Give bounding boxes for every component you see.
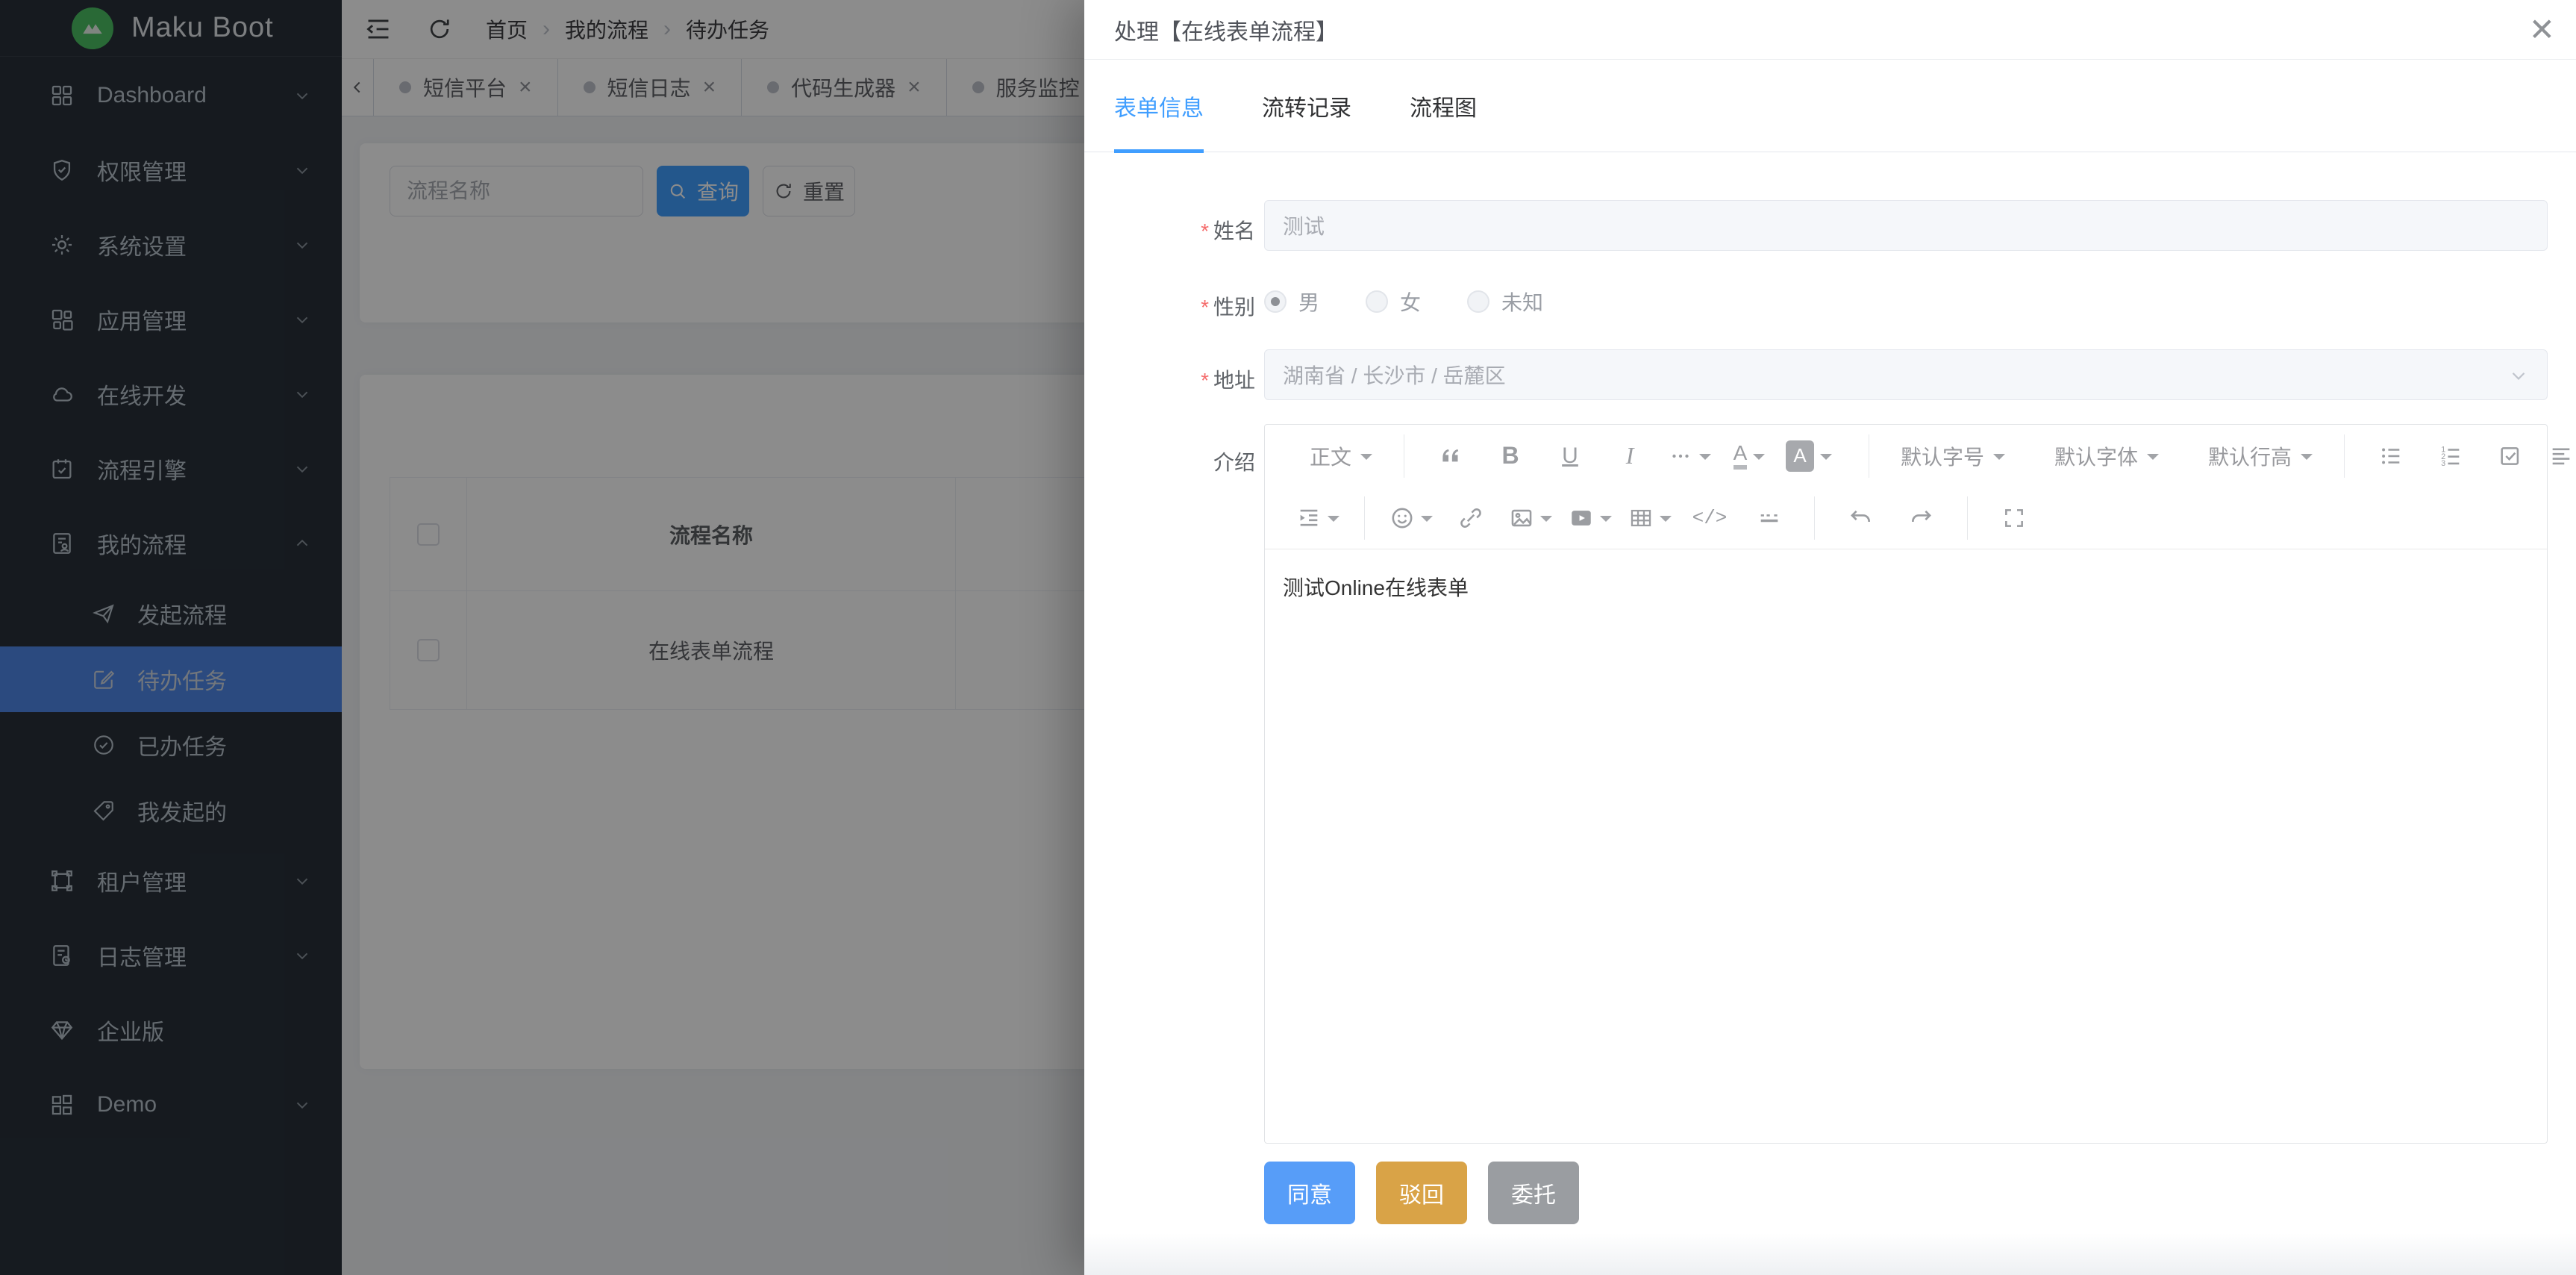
svg-text:3: 3 [2441,459,2445,468]
font-family-dropdown[interactable]: 默认字体 [2039,434,2174,478]
reject-button[interactable]: 驳回 [1376,1162,1467,1224]
caret-down-icon [1540,516,1552,528]
agree-button[interactable]: 同意 [1264,1162,1355,1224]
editor-toolbar: 正文 B U I A A 默认字号 默认字体 默认行高 123 [1265,425,2547,549]
drawer-tabs: 表单信息 流转记录 流程图 [1084,60,2576,152]
toolbar-divider [2344,434,2345,478]
caret-down-icon [1993,454,2005,466]
drawer-actions: 同意 驳回 委托 [1264,1162,1579,1224]
address-field[interactable] [1264,349,2548,400]
image-icon[interactable] [1507,496,1554,540]
ordered-list-icon[interactable]: 123 [2427,434,2474,478]
toolbar-divider [1967,496,1968,540]
intro-label: 介绍 [1091,446,1255,476]
gender-radio-group: 男 女 未知 [1264,281,1589,322]
radio-female[interactable]: 女 [1366,287,1421,317]
link-icon[interactable] [1448,496,1494,540]
caret-down-icon [1421,516,1433,528]
close-drawer-icon[interactable]: ✕ [2529,14,2555,46]
drawer-header: 处理【在线表单流程】 ✕ [1084,0,2576,60]
radio-circle-icon [1467,290,1489,313]
caret-down-icon [1360,454,1372,466]
bold-button[interactable]: B [1487,434,1534,478]
font-size-dropdown[interactable]: 默认字号 [1886,434,2020,478]
code-icon[interactable]: </> [1686,496,1733,540]
redo-icon[interactable] [1898,496,1944,540]
drawer-bottom-strip [1084,1233,2576,1275]
indent-icon[interactable] [1295,496,1341,540]
caret-down-icon [1660,516,1672,528]
caret-down-icon [1753,454,1765,466]
drawer-title: 处理【在线表单流程】 [1114,13,1338,46]
font-color-icon[interactable]: A [1726,434,1772,478]
caret-down-icon [1820,454,1832,466]
tab-flow-diagram[interactable]: 流程图 [1410,60,1477,152]
radio-circle-icon [1366,290,1388,313]
caret-down-icon [1328,516,1339,528]
delegate-button[interactable]: 委托 [1488,1162,1579,1224]
caret-down-icon [2147,454,2159,466]
divider-icon[interactable] [1746,496,1792,540]
checklist-icon[interactable] [2487,434,2533,478]
video-icon[interactable] [1567,496,1613,540]
quote-icon[interactable] [1428,434,1474,478]
toolbar-divider [1814,496,1815,540]
fullscreen-icon[interactable] [1991,496,2037,540]
toolbar-divider [1364,496,1365,540]
name-field[interactable] [1264,200,2548,251]
radio-male[interactable]: 男 [1264,287,1319,317]
table-icon[interactable] [1627,496,1673,540]
caret-down-icon [1699,454,1711,466]
bg-color-icon[interactable]: A [1786,434,1832,478]
bullet-list-icon[interactable] [2368,434,2414,478]
tab-flow-records[interactable]: 流转记录 [1262,60,1351,152]
toolbar-row-1: 正文 B U I A A 默认字号 默认字体 默认行高 123 [1265,425,2547,487]
caret-down-icon [1600,516,1612,528]
underline-button[interactable]: U [1547,434,1593,478]
emoji-icon[interactable] [1388,496,1434,540]
tab-form-info[interactable]: 表单信息 [1114,60,1204,152]
address-label: *地址 [1091,364,1255,394]
align-icon[interactable] [2547,434,2576,478]
radio-circle-icon [1264,290,1287,313]
name-label: *姓名 [1091,215,1255,245]
gender-label: *性别 [1091,291,1255,321]
more-icon[interactable] [1666,434,1713,478]
caret-down-icon [2301,454,2313,466]
italic-button[interactable]: I [1607,434,1653,478]
radio-unknown[interactable]: 未知 [1467,287,1543,317]
undo-icon[interactable] [1838,496,1884,540]
line-height-dropdown[interactable]: 默认行高 [2193,434,2328,478]
process-drawer: 处理【在线表单流程】 ✕ 表单信息 流转记录 流程图 *姓名 *性别 男 女 [1084,0,2576,1275]
app-window: Maku Boot Dashboard 权限管理 系统设置 应用管理 [0,0,2576,1275]
editor-content[interactable]: 测试Online在线表单 [1265,549,2547,1144]
style-dropdown[interactable]: 正文 [1295,434,1387,478]
rich-text-editor: 正文 B U I A A 默认字号 默认字体 默认行高 123 [1264,424,2548,1144]
toolbar-row-2: </> [1265,487,2547,549]
